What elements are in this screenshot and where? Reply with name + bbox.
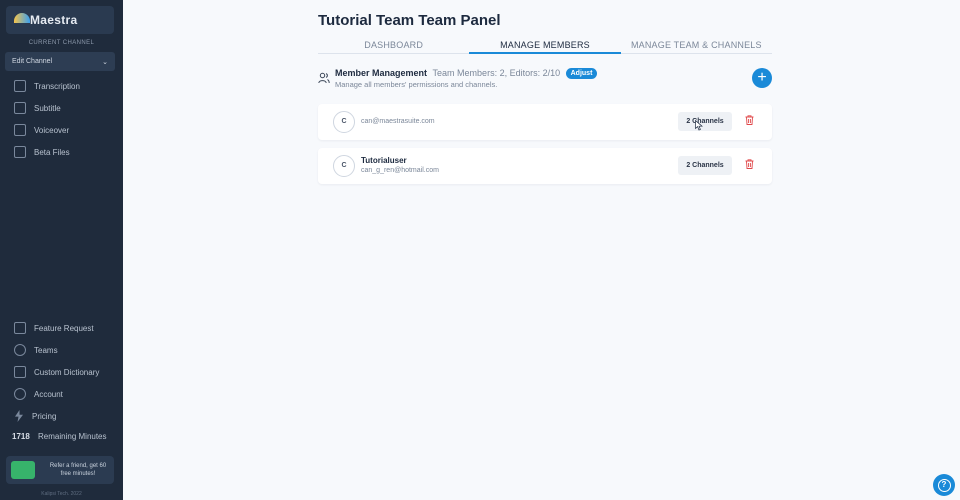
chevron-down-icon: ⌄ (102, 58, 108, 66)
page-title: Tutorial Team Team Panel (318, 12, 501, 29)
trash-icon[interactable] (745, 115, 754, 125)
gift-icon (11, 461, 35, 479)
copyright: Kalipsi Tech. 2022 (41, 491, 82, 497)
tab-bar: DASHBOARD MANAGE MEMBERS MANAGE TEAM & C… (318, 37, 772, 54)
logo[interactable]: Maestra (6, 6, 114, 34)
sidebar-item-label: Transcription (34, 81, 80, 91)
remaining-minutes-value: 1718 (12, 432, 30, 441)
help-icon: ? (937, 478, 951, 492)
member-management-header: Member Management Team Members: 2, Edito… (318, 68, 772, 92)
account-icon (14, 388, 26, 400)
member-row: C can@maestrasuite.com 2 Channels (318, 104, 772, 140)
sidebar-item-custom-dictionary[interactable]: Custom Dictionary (14, 365, 119, 379)
current-channel-label: CURRENT CHANNEL (28, 40, 95, 46)
sidebar-item-label: Pricing (32, 411, 57, 421)
sidebar-item-label: Account (34, 389, 63, 399)
channel-select[interactable]: Edit Channel ⌄ (5, 52, 115, 71)
sidebar-item-beta-files[interactable]: Beta Files (14, 145, 119, 159)
sidebar-item-account[interactable]: Account (14, 387, 119, 401)
tab-manage-team-channels[interactable]: MANAGE TEAM & CHANNELS (621, 37, 772, 53)
section-title: Member Management (335, 68, 428, 78)
team-members-count: Team Members: 2, Editors: 2/10 (432, 68, 561, 78)
help-button[interactable]: ? (933, 474, 955, 496)
sidebar-item-label: Voiceover (34, 125, 70, 135)
sidebar-item-transcription[interactable]: Transcription (14, 79, 119, 93)
avatar: C (333, 155, 355, 177)
sidebar-item-pricing[interactable]: Pricing (14, 409, 119, 423)
dictionary-icon (14, 366, 26, 378)
bolt-icon (15, 410, 23, 422)
sidebar-item-subtitle[interactable]: Subtitle (14, 101, 119, 115)
channels-button[interactable]: 2 Channels (678, 112, 732, 131)
referral-banner[interactable]: Refer a friend, get 60 free minutes! (6, 456, 114, 484)
sidebar-item-label: Teams (34, 345, 58, 355)
app-name: Maestra (30, 13, 78, 27)
section-subtitle: Manage all members' permissions and chan… (335, 80, 498, 89)
trash-icon[interactable] (745, 159, 754, 169)
beta-files-icon (14, 146, 26, 158)
sidebar-item-feature-request[interactable]: Feature Request (14, 321, 119, 335)
sidebar-item-teams[interactable]: Teams (14, 343, 119, 357)
channels-button[interactable]: 2 Channels (678, 156, 732, 175)
maestra-logo-icon (14, 13, 30, 23)
member-management-title: Member Management Team Members: 2, Edito… (335, 68, 598, 79)
voiceover-icon (14, 124, 26, 136)
add-member-button[interactable]: + (752, 68, 772, 88)
thumbs-up-icon (14, 322, 26, 334)
channel-select-value: Edit Channel (12, 58, 53, 65)
tab-manage-members[interactable]: MANAGE MEMBERS (469, 37, 621, 54)
sidebar-item-label: Feature Request (34, 323, 94, 333)
member-email: can@maestrasuite.com (361, 118, 435, 125)
mouse-cursor-icon (695, 120, 703, 131)
sidebar-item-label: Beta Files (34, 147, 70, 157)
sidebar-item-label: Custom Dictionary (34, 367, 100, 377)
tab-dashboard[interactable]: DASHBOARD (318, 37, 469, 53)
remaining-minutes: 1718 Remaining Minutes (12, 432, 107, 441)
avatar: C (333, 111, 355, 133)
sidebar-item-label: Subtitle (34, 103, 61, 113)
remaining-minutes-label: Remaining Minutes (38, 432, 107, 441)
sidebar-item-voiceover[interactable]: Voiceover (14, 123, 119, 137)
people-icon (318, 72, 330, 84)
subtitle-icon (14, 102, 26, 114)
adjust-button[interactable]: Adjust (565, 68, 598, 79)
transcription-icon (14, 80, 26, 92)
sidebar: Maestra CURRENT CHANNEL Edit Channel ⌄ T… (0, 0, 123, 500)
member-email: can_g_ren@hotmail.com (361, 167, 439, 174)
referral-text: Refer a friend, get 60 free minutes! (49, 463, 107, 477)
teams-icon (14, 344, 26, 356)
member-name: Tutorialuser (361, 156, 407, 165)
member-row: C Tutorialuser can_g_ren@hotmail.com 2 C… (318, 148, 772, 184)
